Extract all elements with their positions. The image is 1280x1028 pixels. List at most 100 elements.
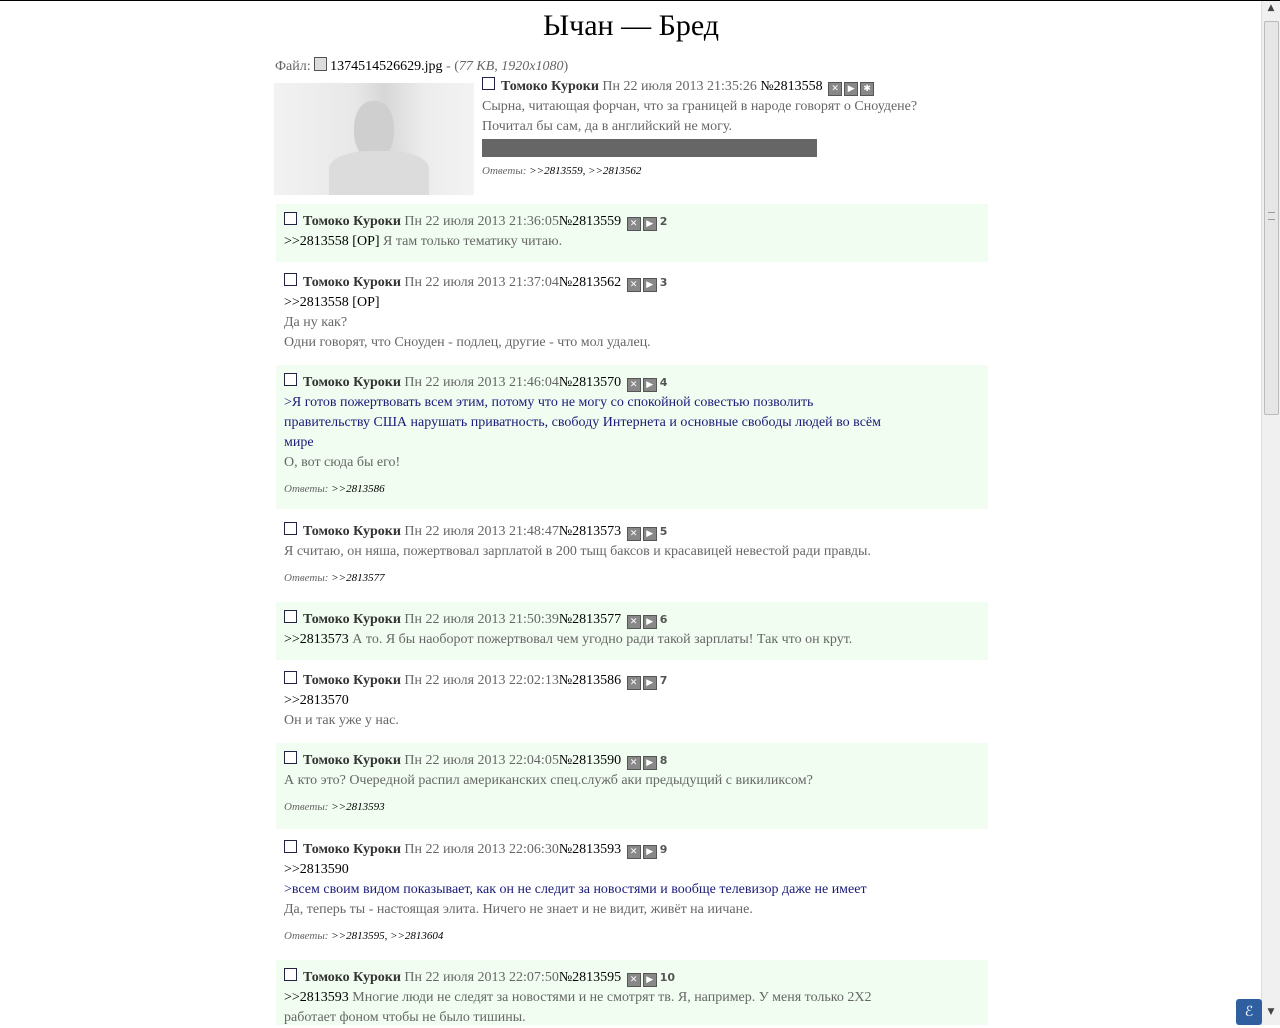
post-checkbox[interactable] bbox=[284, 751, 297, 764]
quote-link[interactable]: >>2813558 [OP] bbox=[284, 234, 380, 249]
post-date: Пн 22 июля 2013 22:02:13 bbox=[404, 673, 559, 688]
reply-links[interactable]: >>2813586 bbox=[331, 483, 384, 495]
post-checkbox[interactable] bbox=[284, 373, 297, 386]
post-header: Томоко Куроки Пн 22 июля 2013 22:07:50№2… bbox=[284, 968, 980, 988]
greentext-line: >Я готов пожертвовать всем этим, потому … bbox=[284, 395, 814, 410]
file-icon[interactable] bbox=[314, 57, 328, 71]
post-index: 6 bbox=[659, 613, 668, 626]
post-header: Томоко Куроки Пн 22 июля 2013 21:48:47№2… bbox=[284, 522, 980, 542]
post-checkbox[interactable] bbox=[284, 212, 297, 225]
post-text-line: Одни говорят, что Сноуден - подлец, друг… bbox=[284, 335, 651, 350]
reply-icon[interactable]: ▶ bbox=[642, 676, 657, 690]
post-checkbox[interactable] bbox=[284, 610, 297, 623]
reply-icon[interactable]: ▶ bbox=[642, 378, 657, 392]
vertical-scrollbar[interactable]: ▲ ▼ bbox=[1261, 1, 1280, 1025]
post-number-link[interactable]: №2813590 bbox=[559, 753, 621, 768]
post-number-link[interactable]: №2813577 bbox=[559, 612, 621, 627]
quote-link[interactable]: >>2813590 bbox=[284, 860, 980, 880]
file-label: Файл: bbox=[275, 59, 311, 74]
scroll-down-arrow-icon[interactable]: ▼ bbox=[1262, 1007, 1280, 1023]
reply-icon[interactable]: ▶ bbox=[642, 527, 657, 541]
reply-post: Томоко Куроки Пн 22 июля 2013 21:36:05№2… bbox=[276, 204, 988, 262]
poster-name: Томоко Куроки bbox=[303, 375, 401, 390]
quote-link[interactable]: >>2813558 [OP] bbox=[284, 293, 980, 313]
post-number-link[interactable]: №2813559 bbox=[559, 214, 621, 229]
hide-post-icon[interactable]: ✕ bbox=[626, 676, 641, 690]
reply-icon[interactable]: ▶ bbox=[642, 217, 657, 231]
post-checkbox[interactable] bbox=[284, 671, 297, 684]
reply-icon[interactable]: ▶ bbox=[642, 615, 657, 629]
hide-post-icon[interactable]: ✕ bbox=[626, 756, 641, 770]
post-checkbox[interactable] bbox=[284, 273, 297, 286]
poster-name: Томоко Куроки bbox=[303, 753, 401, 768]
reply-icon[interactable]: ▶ bbox=[642, 756, 657, 770]
post-replies: Ответы: >>2813559, >>2813562 bbox=[482, 163, 1002, 179]
hide-post-icon[interactable]: ✕ bbox=[626, 845, 641, 859]
quote-link[interactable]: >>2813573 bbox=[284, 632, 349, 647]
post-text: Я там только тематику читаю. bbox=[379, 234, 563, 249]
post-header: Томоко Куроки Пн 22 июля 2013 21:36:05№2… bbox=[284, 212, 980, 232]
op-thumbnail-image[interactable] bbox=[274, 83, 474, 195]
post-index: 7 bbox=[659, 674, 668, 687]
post-number-link[interactable]: №2813562 bbox=[559, 275, 621, 290]
favorite-icon[interactable]: ✱ bbox=[860, 82, 875, 96]
reply-post: Томоко Куроки Пн 22 июля 2013 21:37:04№2… bbox=[276, 265, 988, 361]
reply-icon[interactable]: ▶ bbox=[844, 82, 859, 96]
reply-links[interactable]: >>2813577 bbox=[331, 572, 384, 584]
post-checkbox[interactable] bbox=[284, 968, 297, 981]
post-number-link[interactable]: №2813558 bbox=[760, 79, 822, 94]
op-post: Томоко Куроки Пн 22 июля 2013 21:35:26 №… bbox=[482, 77, 1002, 179]
post-replies: Ответы: >>2813595, >>2813604 bbox=[284, 928, 980, 944]
reply-icon[interactable]: ▶ bbox=[642, 845, 657, 859]
hide-post-icon[interactable]: ✕ bbox=[626, 973, 641, 987]
post-text-line: >>2813558 [OP] Я там только тематику чит… bbox=[284, 232, 980, 252]
post-number-link[interactable]: №2813586 bbox=[559, 673, 621, 688]
post-index: 3 bbox=[659, 276, 668, 289]
hide-post-icon[interactable]: ✕ bbox=[626, 615, 641, 629]
post-index: 2 bbox=[659, 215, 668, 228]
post-checkbox[interactable] bbox=[284, 522, 297, 535]
post-number-link[interactable]: №2813595 bbox=[559, 970, 621, 985]
quote-link[interactable]: >>2813570 bbox=[284, 691, 980, 711]
post-header: Томоко Куроки Пн 22 июля 2013 21:50:39№2… bbox=[284, 610, 980, 630]
greentext-line: >всем своим видом показывает, как он не … bbox=[284, 882, 867, 897]
taskbar-app-icon[interactable]: ℰ bbox=[1236, 999, 1262, 1025]
reply-links[interactable]: >>2813593 bbox=[331, 801, 384, 813]
post-replies: Ответы: >>2813577 bbox=[284, 570, 980, 586]
board-title: Ычан — Бред bbox=[542, 9, 720, 42]
scroll-up-arrow-icon[interactable]: ▲ bbox=[1262, 3, 1280, 19]
post-index: 8 bbox=[659, 754, 668, 767]
reply-icon[interactable]: ▶ bbox=[642, 278, 657, 292]
reply-icon[interactable]: ▶ bbox=[642, 973, 657, 987]
post-header: Томоко Куроки Пн 22 июля 2013 21:35:26 №… bbox=[482, 77, 1002, 97]
post-header: Томоко Куроки Пн 22 июля 2013 21:37:04№2… bbox=[284, 273, 980, 293]
hide-post-icon[interactable]: ✕ bbox=[626, 378, 641, 392]
hide-thread-icon[interactable]: ✕ bbox=[828, 82, 843, 96]
hide-post-icon[interactable]: ✕ bbox=[626, 278, 641, 292]
spoiler-block[interactable] bbox=[482, 139, 817, 157]
post-number-link[interactable]: №2813593 bbox=[559, 842, 621, 857]
poster-name: Томоко Куроки bbox=[501, 79, 599, 94]
file-name-link[interactable]: 1374514526629.jpg bbox=[330, 59, 442, 74]
file-close: ) bbox=[563, 59, 569, 74]
hide-post-icon[interactable]: ✕ bbox=[626, 217, 641, 231]
post-header: Томоко Куроки Пн 22 июля 2013 21:46:04№2… bbox=[284, 373, 980, 393]
poster-name: Томоко Куроки bbox=[303, 842, 401, 857]
reply-links[interactable]: >>2813559, >>2813562 bbox=[529, 165, 641, 177]
greentext-line: правительству США нарушать приватность, … bbox=[284, 415, 881, 430]
hide-post-icon[interactable]: ✕ bbox=[626, 527, 641, 541]
file-meta: 77 KB, 1920x1080 bbox=[458, 59, 564, 74]
post-text-line: Да ну как? bbox=[284, 315, 348, 330]
post-text-line: >>2813573 А то. Я бы наоборот пожертвова… bbox=[284, 630, 980, 650]
quote-link[interactable]: >>2813593 bbox=[284, 990, 349, 1005]
replies-label: Ответы: bbox=[284, 930, 329, 942]
poster-name: Томоко Куроки bbox=[303, 214, 401, 229]
replies-label: Ответы: bbox=[284, 572, 329, 584]
reply-links[interactable]: >>2813595, >>2813604 bbox=[331, 930, 443, 942]
post-number-link[interactable]: №2813573 bbox=[559, 524, 621, 539]
post-date: Пн 22 июля 2013 22:04:05 bbox=[404, 753, 559, 768]
post-number-link[interactable]: №2813570 bbox=[559, 375, 621, 390]
post-checkbox[interactable] bbox=[284, 840, 297, 853]
post-checkbox[interactable] bbox=[482, 77, 495, 90]
scrollbar-thumb[interactable] bbox=[1264, 21, 1279, 415]
